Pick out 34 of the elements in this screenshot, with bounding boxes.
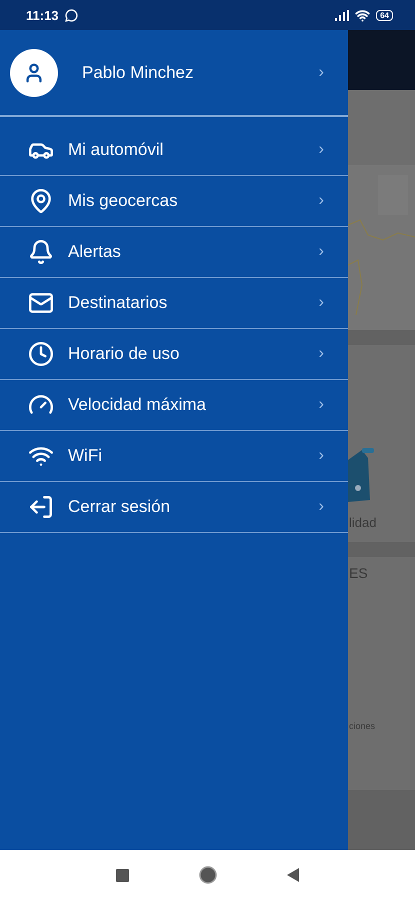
menu-item[interactable]: Velocidad máxima › xyxy=(0,380,348,431)
bell-icon xyxy=(28,239,54,265)
chevron-icon: › xyxy=(318,192,324,210)
signal-icon xyxy=(335,10,350,20)
profile-header[interactable]: Pablo Minchez › xyxy=(0,30,348,117)
battery-level: 64 xyxy=(376,10,393,20)
menu-item[interactable]: Mis geocercas › xyxy=(0,176,348,227)
chevron-icon: › xyxy=(318,498,324,516)
menu-item[interactable]: Destinatarios › xyxy=(0,278,348,329)
exit-icon xyxy=(28,494,54,520)
recents-icon[interactable] xyxy=(116,868,129,882)
envelope-icon xyxy=(28,290,54,316)
clock-icon xyxy=(28,341,54,367)
app-bar xyxy=(348,30,415,90)
back-icon[interactable] xyxy=(287,868,299,882)
chevron-icon: › xyxy=(318,141,324,159)
map-pin-icon xyxy=(28,188,54,214)
chat-icon xyxy=(64,8,78,22)
chevron-icon: › xyxy=(318,345,324,363)
avatar-icon xyxy=(10,48,58,96)
menu-item[interactable]: Mi automóvil › xyxy=(0,125,348,176)
menu-item[interactable]: Horario de uso › xyxy=(0,329,348,380)
menu-item[interactable]: Alertas › xyxy=(0,227,348,278)
user-name: Pablo Minchez xyxy=(82,62,195,82)
menu-item[interactable]: Cerrar sesión › xyxy=(0,482,348,533)
chevron-icon: › xyxy=(318,447,324,465)
chevron-icon: › xyxy=(318,396,324,414)
chevron-icon: › xyxy=(318,64,324,82)
home-icon[interactable] xyxy=(199,866,217,884)
chevron-icon: › xyxy=(318,243,324,261)
chevron-icon: › xyxy=(318,294,324,312)
menu-item[interactable]: WiFi › xyxy=(0,431,348,482)
wifi-status-icon xyxy=(355,8,370,22)
status-time: 11:13 xyxy=(26,8,59,22)
